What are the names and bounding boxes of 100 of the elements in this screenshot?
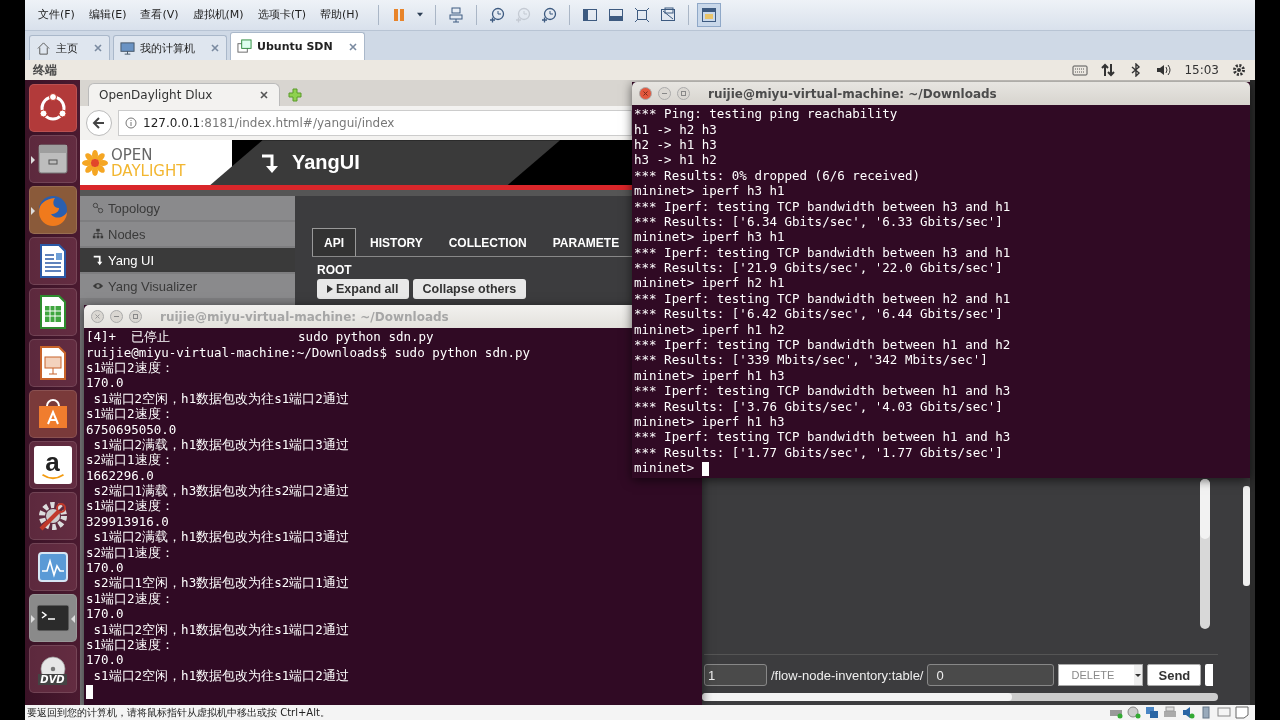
- expand-button[interactable]: Expand all: [317, 279, 409, 300]
- clock-icon: [488, 6, 505, 23]
- terminal-line: ruijie@miyu-virtual-machine:~/Downloads$ sudo python sdn.py: [86, 344, 530, 360]
- launcher-item[interactable]: [28, 492, 77, 541]
- launcher-item[interactable]: [28, 237, 77, 286]
- terminal-line: mininet> iperf h1 h3: [634, 414, 785, 429]
- menu-item[interactable]: 选项卡(T): [250, 7, 313, 23]
- virtual-machine-icon: [237, 39, 252, 55]
- terminal-line: s1端口2速度：: [86, 498, 174, 514]
- terminal-line: 170.0: [86, 560, 124, 576]
- terminal-line: *** Results: ['6.34 Gbits/sec', '6.33 Gbits/sec']: [634, 213, 1003, 229]
- terminal-line: mininet> iperf h2 h1: [634, 275, 785, 291]
- terminal-line: *** Results: ['339 Mbits/sec', '342 Mbits/sec']: [634, 352, 988, 368]
- tab[interactable]: PARAMETE: [540, 228, 632, 257]
- menu-item[interactable]: 帮助(H): [312, 7, 366, 23]
- launcher-item[interactable]: [28, 186, 77, 235]
- monitor-icon: [120, 40, 135, 56]
- caret-icon: [327, 285, 333, 294]
- terminal-line: s1端口2满载，h1数据包改为往s1端口3通过: [92, 436, 349, 452]
- terminal-line: h2 -> h1 h3: [634, 136, 717, 152]
- terminal-line: 170.0: [86, 652, 124, 668]
- text-cursor: [701, 461, 709, 476]
- volume-icon[interactable]: [1156, 63, 1173, 78]
- menu-item[interactable]: 虚拟机(M): [185, 7, 251, 23]
- terminal-line: *** Results: ['21.9 Gbits/sec', '22.0 Gbits/sec']: [634, 260, 1003, 276]
- node-input-field[interactable]: 1: [704, 664, 767, 687]
- terminal-line: *** Results: ['3.76 Gbits/sec', '4.03 Gbits/sec']: [634, 398, 1003, 414]
- scrollbar[interactable]: [1200, 479, 1210, 630]
- menu-item[interactable]: 文件(F): [31, 7, 82, 23]
- sound-icon[interactable]: [1181, 706, 1195, 720]
- launcher-item[interactable]: [28, 543, 77, 592]
- tab[interactable]: COLLECTION: [436, 228, 539, 257]
- address-bar[interactable]: 127.0.0.1:8181/index.html#/yangui/index: [118, 110, 632, 137]
- terminal-line: *** Iperf: testing TCP bandwidth between h2 and h1: [634, 290, 1011, 306]
- terminal-line: s1端口2速度：: [86, 590, 174, 606]
- terminal-line: *** Results: ['1.77 Gbits/sec', '1.77 Gbits/sec']: [634, 444, 1003, 460]
- scrollbar[interactable]: [702, 693, 1218, 702]
- maximize-icon[interactable]: [129, 310, 142, 324]
- vm-tab[interactable]: 主页: [29, 35, 110, 61]
- launcher-item[interactable]: [28, 84, 77, 133]
- fullscreen-icon: [633, 6, 650, 23]
- caret-icon: [416, 12, 423, 18]
- vm-tab[interactable]: Ubuntu SDN: [230, 32, 365, 61]
- terminal-line: mininet> iperf h1 h3: [634, 367, 785, 383]
- terminal-line: *** Iperf: testing TCP bandwidth between h3 and h1: [634, 244, 1011, 260]
- sidebar-layout-icon: [581, 6, 598, 23]
- table-input-field[interactable]: 0: [927, 664, 1055, 687]
- close-icon[interactable]: [259, 90, 269, 101]
- terminal-line: mininet> iperf h3 h1: [634, 183, 785, 199]
- send-button[interactable]: Send: [1147, 664, 1202, 687]
- close-icon[interactable]: [639, 87, 652, 101]
- logo-text: DAYLIGHT: [111, 162, 186, 179]
- cd-icon[interactable]: [1127, 706, 1141, 720]
- close-icon[interactable]: [347, 41, 358, 52]
- minimize-icon[interactable]: [110, 310, 123, 324]
- terminal-line: mininet> iperf h1 h2: [634, 321, 785, 337]
- launcher-item[interactable]: [28, 135, 77, 184]
- launcher-item[interactable]: [28, 594, 77, 643]
- clock[interactable]: 15:03: [1184, 63, 1219, 78]
- path-label: /flow-node-inventory:table/: [771, 667, 924, 683]
- tab[interactable]: HISTORY: [358, 228, 435, 257]
- turn-arrow-icon: [92, 254, 104, 267]
- minimize-icon[interactable]: [658, 87, 671, 101]
- terminal-line: h1 -> h2 h3: [634, 121, 717, 137]
- scrollbar[interactable]: [1243, 486, 1250, 587]
- back-button[interactable]: [86, 110, 112, 137]
- cut-off-button[interactable]: [1205, 664, 1214, 687]
- monitor-stack-icon: [447, 6, 464, 23]
- window-layout-button[interactable]: [696, 2, 721, 27]
- maximize-icon[interactable]: [677, 87, 690, 101]
- terminal-line: s1端口2空闲，h1数据包改为往s1端口2通过: [92, 667, 349, 683]
- tab[interactable]: API: [312, 228, 356, 257]
- terminal-line: *** Iperf: testing TCP bandwidth between h3 and h1: [634, 198, 1011, 214]
- terminal-line: *** Ping: testing ping reachability: [634, 106, 898, 122]
- collapse-button[interactable]: Collapse others: [412, 279, 527, 300]
- menu-item[interactable]: 编辑(E): [81, 7, 134, 23]
- text-cursor: [86, 684, 93, 699]
- info-icon: [125, 117, 137, 130]
- usb-icon[interactable]: [1199, 706, 1213, 720]
- launcher-item[interactable]: [28, 288, 77, 337]
- settings-icon[interactable]: [1231, 63, 1247, 78]
- terminal-line: s1端口2空闲，h1数据包改为往s1端口2通过: [92, 390, 349, 406]
- home-icon: [36, 40, 51, 56]
- network-arrows-icon[interactable]: [1100, 63, 1117, 78]
- vm-tab[interactable]: 我的计算机: [113, 35, 227, 61]
- browser-tab[interactable]: OpenDaylight Dlux: [88, 83, 280, 107]
- terminal-line: *** Results: 0% dropped (6/6 received): [634, 167, 920, 183]
- status-message: 要返回到您的计算机，请将鼠标指针从虚拟机中移出或按 Ctrl+Alt。: [27, 705, 330, 720]
- launcher-item[interactable]: [28, 390, 77, 439]
- nav-item[interactable]: Yang UI: [80, 248, 295, 273]
- method-dropdown[interactable]: DELETE: [1058, 664, 1144, 687]
- menu-item[interactable]: 查看(V): [133, 7, 186, 23]
- logo-text: OPEN: [111, 146, 154, 163]
- terminal-line: *** Iperf: testing TCP bandwidth between h1 and h2: [634, 337, 1011, 353]
- terminal-line: [4]+ 已停止 sudo python sdn.py: [86, 329, 434, 345]
- terminal-line: 170.0: [86, 606, 124, 622]
- link-icon: [92, 202, 104, 215]
- network-icon[interactable]: [1145, 706, 1159, 720]
- launcher-item[interactable]: [28, 339, 77, 388]
- terminal-line: *** Iperf: testing TCP bandwidth between h1 and h3: [634, 383, 1011, 399]
